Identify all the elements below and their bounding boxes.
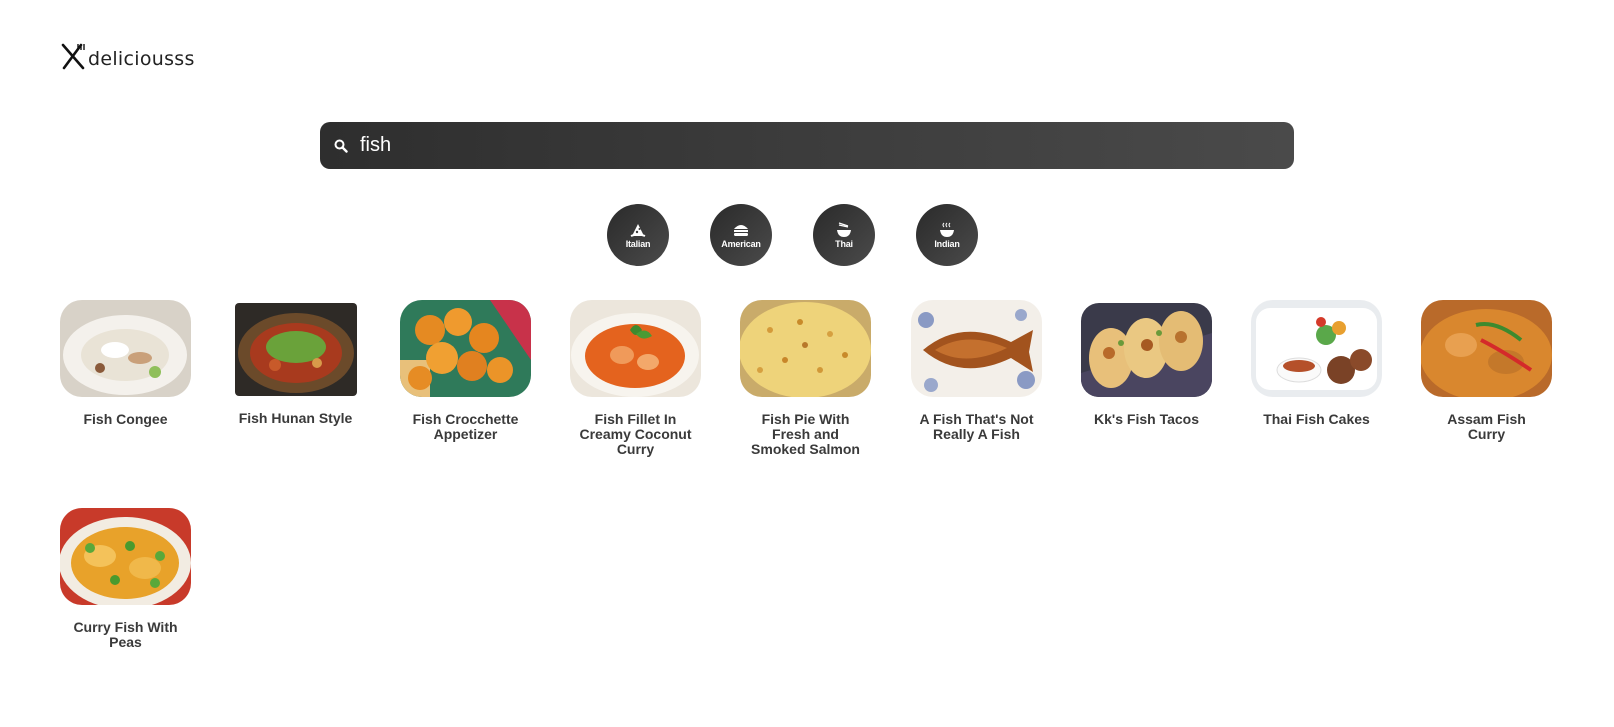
recipe-card[interactable]: Thai Fish Cakes [1251, 300, 1382, 427]
burger-icon [732, 222, 750, 238]
recipe-title: Fish Crocchette Appetizer [412, 411, 519, 442]
cuisine-label: Indian [934, 238, 960, 249]
recipe-title: Fish Pie With Fresh and Smoked Salmon [751, 411, 860, 457]
cuisine-indian-button[interactable]: Indian [916, 204, 978, 266]
recipe-title: A Fish That's Not Really A Fish [919, 411, 1034, 442]
cuisine-label: Italian [625, 238, 651, 249]
search-icon [332, 137, 350, 155]
brand-logo[interactable]: deliciousss [60, 42, 195, 75]
recipe-card[interactable]: Fish Fillet In Creamy Coconut Curry [570, 300, 701, 457]
recipe-title: Thai Fish Cakes [1263, 411, 1370, 427]
recipe-image [1251, 300, 1382, 397]
search-input[interactable] [360, 134, 1240, 157]
recipe-title: Curry Fish With Peas [73, 619, 178, 650]
cuisine-american-button[interactable]: American [710, 204, 772, 266]
recipe-title: Fish Fillet In Creamy Coconut Curry [579, 411, 692, 457]
recipe-card[interactable]: Kk's Fish Tacos [1081, 300, 1212, 427]
recipe-image [400, 300, 531, 397]
recipe-card[interactable]: Fish Crocchette Appetizer [400, 300, 531, 442]
recipe-card[interactable]: Fish Pie With Fresh and Smoked Salmon [740, 300, 871, 457]
recipe-card[interactable]: Fish Congee [60, 300, 191, 427]
recipe-card[interactable]: A Fish That's Not Really A Fish [911, 300, 1042, 442]
recipe-image [570, 300, 701, 397]
recipe-card[interactable]: Curry Fish With Peas [60, 508, 191, 650]
recipe-title: Assam Fish Curry [1447, 411, 1526, 442]
recipe-title: Fish Congee [83, 411, 168, 427]
recipe-image [60, 300, 191, 397]
pizza-icon [629, 222, 647, 238]
recipe-image [60, 508, 191, 605]
brand-name: deliciousss [88, 47, 195, 70]
cuisine-label: Thai [835, 238, 853, 249]
cuisine-italian-button[interactable]: Italian [607, 204, 669, 266]
recipe-title: Fish Hunan Style [238, 410, 353, 426]
noodle-bowl-icon [835, 221, 853, 238]
cuisine-filters: Italian American Thai Indian [607, 204, 978, 266]
fork-knife-icon [60, 42, 86, 75]
recipe-card[interactable]: Fish Hunan Style [230, 300, 361, 426]
recipe-image [235, 303, 357, 396]
cuisine-label: American [721, 238, 761, 249]
cuisine-thai-button[interactable]: Thai [813, 204, 875, 266]
curry-bowl-icon [938, 222, 956, 238]
recipe-title: Kk's Fish Tacos [1094, 411, 1199, 427]
recipe-image [1421, 300, 1552, 397]
recipe-image [740, 300, 871, 397]
search-bar[interactable] [320, 122, 1294, 169]
recipe-image [1081, 303, 1212, 397]
recipe-card[interactable]: Assam Fish Curry [1421, 300, 1552, 442]
recipe-image [911, 300, 1042, 397]
